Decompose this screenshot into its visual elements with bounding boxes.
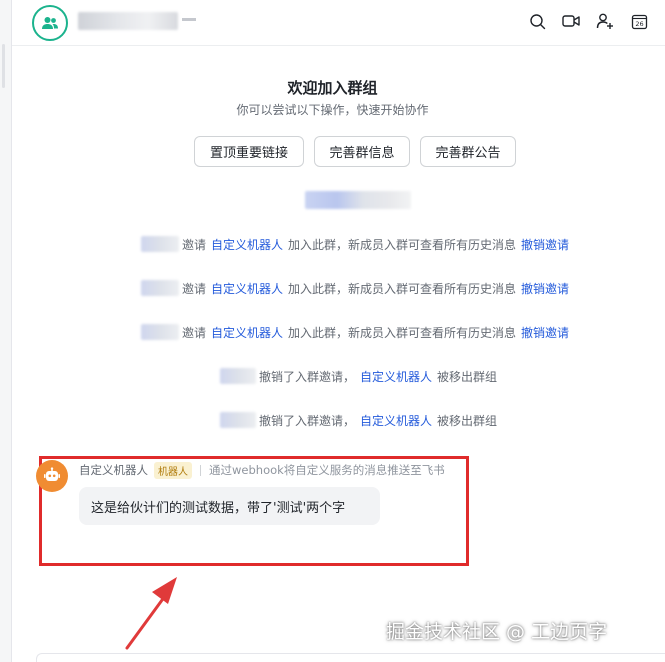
watermark: 掘金技术社区 @ 工边页字 <box>386 621 608 643</box>
message-input-edge[interactable] <box>36 653 665 662</box>
annotation-arrow-icon <box>125 577 177 650</box>
